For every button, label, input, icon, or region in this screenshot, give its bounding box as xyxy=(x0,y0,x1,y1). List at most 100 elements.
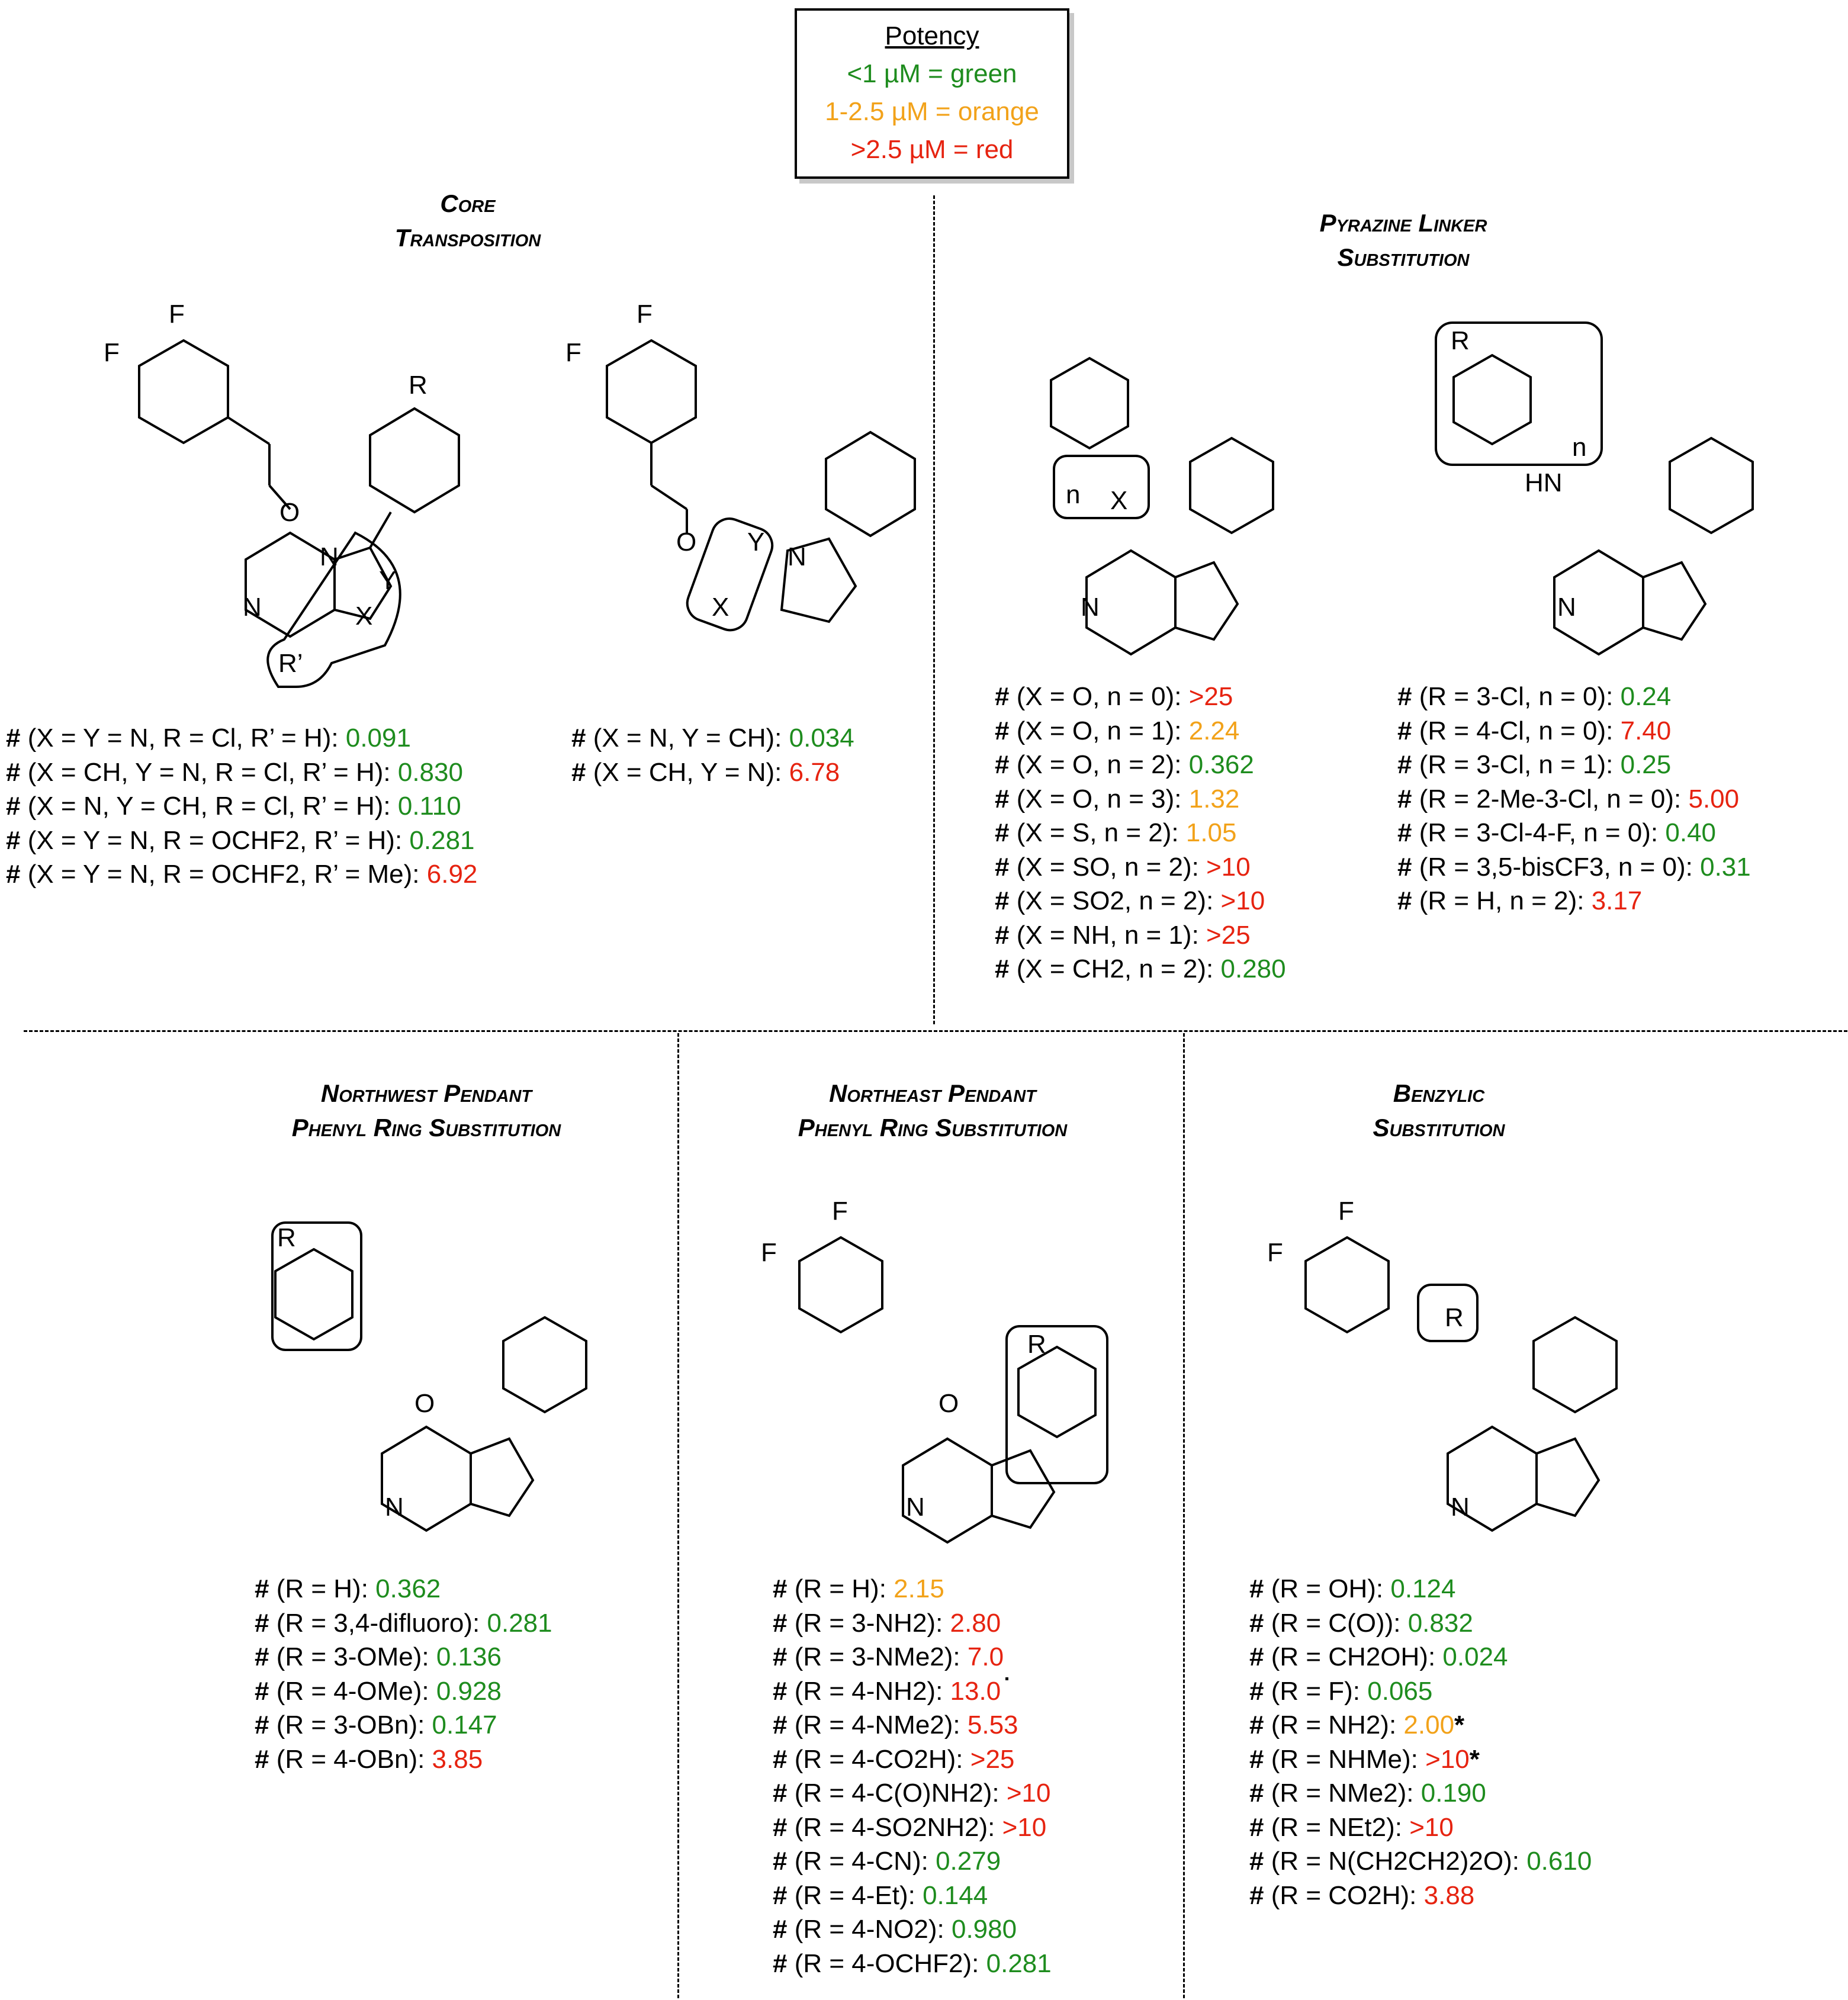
entry-row: # (R = NH2): 2.00* xyxy=(1249,1708,1592,1742)
atom-label: F xyxy=(1338,1197,1354,1226)
entry-label: (X = O, n = 0): xyxy=(1016,682,1189,711)
compound-hash: # xyxy=(1249,1779,1271,1808)
entry-row: # (R = 3-NMe2): 7.0 xyxy=(773,1640,1052,1674)
potency-value: 5.00 xyxy=(1688,784,1740,813)
potency-value: 2.80 xyxy=(950,1608,1001,1638)
potency-value: 0.279 xyxy=(936,1847,1001,1876)
atom-label: O xyxy=(939,1389,959,1418)
potency-value: 0.110 xyxy=(397,792,461,821)
entry-label: (R = NHMe): xyxy=(1271,1744,1426,1774)
entry-label: (R = 3-Cl, n = 0): xyxy=(1419,682,1621,711)
entry-row: # (R = 3-NH2): 2.80 xyxy=(773,1606,1052,1641)
atom-label: R xyxy=(409,371,428,400)
potency-value: >10 xyxy=(1006,1779,1051,1808)
entry-row: # (X = S, n = 2): 1.05 xyxy=(995,816,1286,850)
entry-label: (X = N, Y = CH): xyxy=(593,724,789,753)
compound-hash: # xyxy=(1249,1608,1271,1638)
entry-row: # (R = 3-Cl-4-F, n = 0): 0.40 xyxy=(1397,816,1751,850)
compound-hash: # xyxy=(773,1948,795,1978)
compound-hash: # xyxy=(773,1676,795,1706)
benzylic-entries: # (R = OH): 0.124 # (R = C(O)): 0.832 # (R… xyxy=(1249,1572,1592,1912)
entry-label: (R = OH): xyxy=(1271,1574,1391,1603)
entry-row: # (R = H): 2.15 xyxy=(773,1572,1052,1606)
core-entries-b: # (X = N, Y = CH): 0.034 # (X = CH, Y = N… xyxy=(571,721,854,789)
compound-hash: # xyxy=(1397,750,1419,779)
entry-label: (R = 4-NH2): xyxy=(794,1676,950,1706)
entry-row: # (R = 3,5-bisCF3, n = 0): 0.31 xyxy=(1397,850,1751,885)
atom-label: N xyxy=(1081,593,1100,622)
entry-label: (R = 3-NMe2): xyxy=(794,1642,968,1671)
compound-hash: # xyxy=(6,757,28,787)
entry-row: # (R = CH2OH): 0.024 xyxy=(1249,1640,1592,1674)
entry-row: # (R = N(CH2CH2)2O): 0.610 xyxy=(1249,1844,1592,1879)
compound-hash: # xyxy=(773,1642,795,1671)
bz-triazole xyxy=(1535,1437,1600,1517)
potency-value: 3.17 xyxy=(1591,886,1643,915)
core-entries-a: # (X = Y = N, R = Cl, R’ = H): 0.091 # (X… xyxy=(6,721,477,892)
compound-hash: # xyxy=(773,1779,795,1808)
atom-label: O xyxy=(279,498,300,527)
ne-triazole xyxy=(991,1449,1056,1529)
potency-value: 0.144 xyxy=(923,1880,988,1910)
entry-row: # (X = N, Y = CH, R = Cl, R’ = H): 0.110 xyxy=(6,789,477,824)
potency-value: 0.832 xyxy=(1407,1608,1473,1638)
atom-label: X xyxy=(355,602,372,631)
entry-row: # (X = Y = N, R = OCHF2, R’ = Me): 6.92 xyxy=(6,857,477,892)
atom-label: N xyxy=(243,593,262,622)
compound-hash: # xyxy=(1249,1744,1271,1774)
pyrazine-entries-b: # (R = 3-Cl, n = 0): 0.24 # (R = 4-Cl, n … xyxy=(1397,680,1751,918)
entry-label: (R = F): xyxy=(1271,1676,1368,1706)
entry-label: (R = H): xyxy=(794,1574,894,1603)
entry-label: (R = 4-OBn): xyxy=(276,1744,432,1774)
potency-value: >10 xyxy=(1220,886,1265,915)
entry-label: (X = O, n = 1): xyxy=(1016,716,1189,745)
compound-hash: # xyxy=(6,860,28,889)
entry-label: (X = NH, n = 1): xyxy=(1016,920,1207,950)
entry-label: (X = Y = N, R = OCHF2, R’ = Me): xyxy=(27,860,427,889)
atom-label: R xyxy=(1445,1303,1464,1332)
compound-hash: # xyxy=(1397,716,1419,745)
potency-value: >25 xyxy=(1206,920,1251,950)
entry-row: # (R = NHMe): >10* xyxy=(1249,1742,1592,1777)
compound-hash: # xyxy=(995,716,1017,745)
pyr1-pyrazine xyxy=(1085,549,1177,656)
asterisk-note: * xyxy=(1469,1744,1480,1774)
atom-label: Y xyxy=(379,566,396,595)
entry-label: (R = CO2H): xyxy=(1271,1880,1424,1910)
entry-label: (R = 4-NMe2): xyxy=(794,1710,968,1739)
compound-hash: # xyxy=(995,818,1017,847)
entry-row: # (R = C(O)): 0.832 xyxy=(1249,1606,1592,1641)
entry-label: (R = 4-CO2H): xyxy=(794,1744,970,1774)
atom-label: n xyxy=(1066,480,1080,509)
compound-hash: # xyxy=(1249,1880,1271,1910)
potency-value: 0.928 xyxy=(436,1676,502,1706)
compound-hash: # xyxy=(1249,1710,1271,1739)
atom-label: N xyxy=(1557,593,1576,622)
potency-value: 0.362 xyxy=(375,1574,441,1603)
pyr2-phenyl xyxy=(1452,353,1532,446)
northwest-entries: # (R = H): 0.362 # (R = 3,4-difluoro): 0.… xyxy=(255,1572,552,1776)
atom-label: F xyxy=(637,300,653,329)
entry-label: (R = 4-Et): xyxy=(794,1880,923,1910)
entry-row: # (R = CO2H): 3.88 xyxy=(1249,1879,1592,1913)
entry-row: # (R = 3-Cl, n = 1): 0.25 xyxy=(1397,748,1751,782)
compound-hash: # xyxy=(255,1608,277,1638)
atom-label: O xyxy=(676,528,696,557)
entry-row: # (R = H): 0.362 xyxy=(255,1572,552,1606)
entry-label: (R = 4-SO2NH2): xyxy=(794,1812,1002,1842)
entry-row: # (X = NH, n = 1): >25 xyxy=(995,918,1286,953)
potency-value: >10 xyxy=(1002,1812,1047,1842)
entry-label: (X = Y = N, R = OCHF2, R’ = H): xyxy=(27,825,410,855)
entry-row: # (R = 2-Me-3-Cl, n = 0): 5.00 xyxy=(1397,782,1751,816)
entry-label: (R = 4-NO2): xyxy=(794,1915,952,1944)
entry-label: (X = Y = N, R = Cl, R’ = H): xyxy=(27,724,346,753)
potency-value: 0.610 xyxy=(1526,1847,1592,1876)
atom-label: F xyxy=(761,1238,777,1267)
entry-label: (R = 3-NH2): xyxy=(794,1608,950,1638)
potency-value: 0.091 xyxy=(345,724,411,753)
atom-label: N xyxy=(320,542,339,571)
compound-hash: # xyxy=(773,1608,795,1638)
entry-row: # (X = O, n = 0): >25 xyxy=(995,680,1286,714)
entry-row: # (R = 3,4-difluoro): 0.281 xyxy=(255,1606,552,1641)
compound-hash: # xyxy=(773,1812,795,1842)
